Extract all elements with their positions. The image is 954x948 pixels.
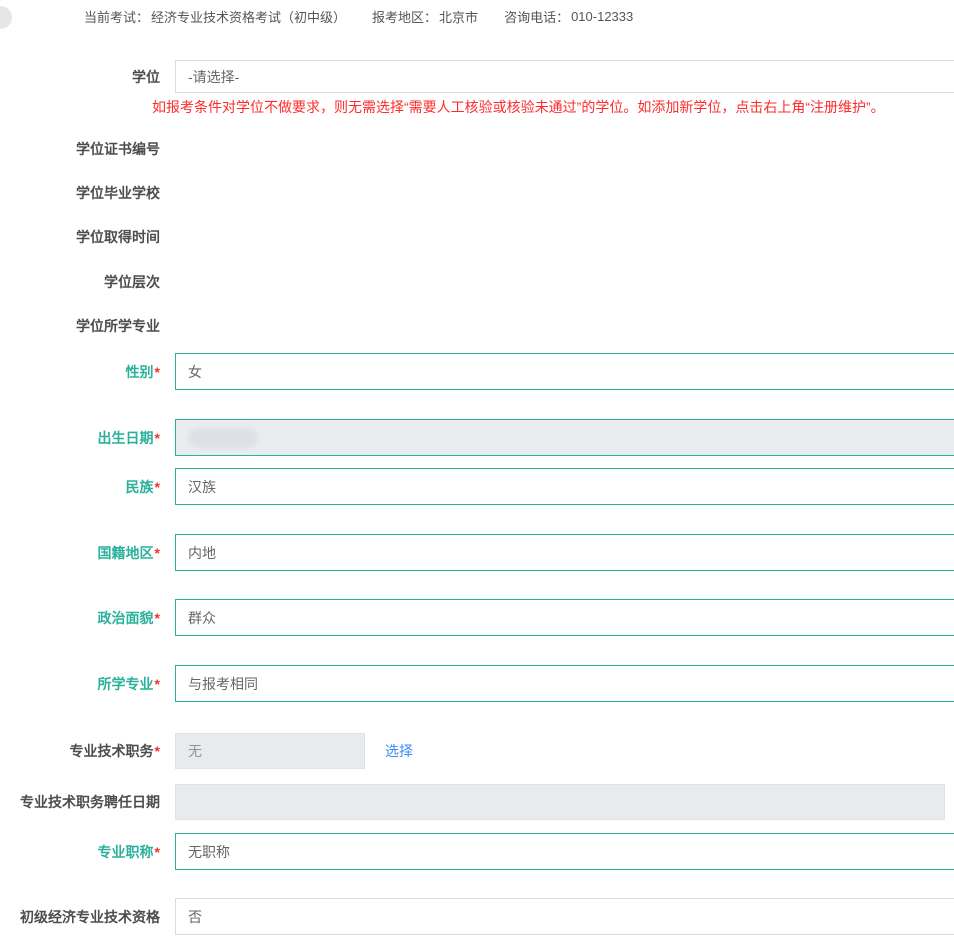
- post-hire-date-label-cell: 专业技术职务聘任日期: [0, 792, 160, 812]
- field-row-nationality-region: 国籍地区*: [0, 534, 954, 571]
- nationality-region-input[interactable]: [175, 534, 954, 571]
- field-row-ethnicity: 民族*: [0, 468, 954, 505]
- required-asterisk: *: [155, 743, 160, 759]
- degree-cert-no-label: 学位证书编号: [0, 139, 160, 159]
- major-input[interactable]: [175, 665, 954, 702]
- top-header-bar: 当前考试： 经济专业技术资格考试（初中级） 报考地区： 北京市 咨询电话： 01…: [0, 0, 954, 33]
- required-asterisk: *: [155, 844, 160, 860]
- avatar: [0, 6, 12, 29]
- professional-title-label-cell: 专业职称*: [0, 842, 160, 862]
- professional-post-input: [175, 733, 365, 769]
- field-label: 学位: [132, 69, 160, 85]
- field-row-major: 所学专业*: [0, 665, 954, 702]
- major-label-cell: 所学专业*: [0, 674, 160, 694]
- exam-region: 报考地区： 北京市: [372, 7, 478, 26]
- junior-economic-qualification-input[interactable]: [175, 898, 954, 935]
- post-hire-date-input: [175, 784, 945, 820]
- field-row-degree-school: 学位毕业学校: [0, 183, 954, 203]
- degree-date-label: 学位取得时间: [0, 227, 160, 247]
- required-asterisk: *: [155, 479, 160, 495]
- junior-economic-qualification-label-cell: 初级经济专业技术资格: [0, 907, 160, 927]
- degree-level-label: 学位层次: [0, 272, 160, 292]
- field-row-political-status: 政治面貌*: [0, 599, 954, 636]
- field-row-professional-post: 专业技术职务* 选择: [0, 733, 954, 769]
- field-label: 国籍地区: [98, 545, 154, 561]
- degree-select[interactable]: -请选择-: [175, 60, 954, 93]
- political-status-input[interactable]: [175, 599, 954, 636]
- degree-school-label: 学位毕业学校: [0, 183, 160, 203]
- hotline-label: 咨询电话：: [504, 7, 569, 26]
- required-asterisk: *: [155, 676, 160, 692]
- field-label: 民族: [126, 479, 154, 495]
- field-row-degree-date: 学位取得时间: [0, 227, 954, 247]
- choose-post-link[interactable]: 选择: [385, 741, 413, 761]
- exam-region-value: 北京市: [439, 7, 478, 26]
- field-label: 初级经济专业技术资格: [20, 909, 160, 925]
- field-row-junior-economic-qualification: 初级经济专业技术资格: [0, 898, 954, 935]
- required-asterisk: *: [155, 545, 160, 561]
- degree-label-cell: 学位: [0, 67, 160, 87]
- registration-form: 学位 -请选择- 如报考条件对学位不做要求，则无需选择“需要人工核验或核验未通过…: [0, 60, 954, 935]
- field-row-birth-date: 出生日期*: [0, 419, 954, 456]
- field-label: 性别: [126, 364, 154, 380]
- field-label: 专业技术职务: [70, 743, 154, 759]
- professional-post-label-cell: 专业技术职务*: [0, 741, 160, 761]
- field-row-professional-title: 专业职称*: [0, 833, 954, 870]
- degree-major-label: 学位所学专业: [0, 316, 160, 336]
- birth-date-input: [175, 419, 954, 456]
- required-asterisk: *: [155, 610, 160, 626]
- professional-title-input[interactable]: [175, 833, 954, 870]
- field-label: 专业技术职务聘任日期: [20, 794, 160, 810]
- required-asterisk: *: [155, 364, 160, 380]
- gender-input[interactable]: [175, 353, 954, 390]
- current-exam-value: 经济专业技术资格考试（初中级）: [151, 7, 346, 26]
- field-row-post-hire-date: 专业技术职务聘任日期: [0, 784, 954, 820]
- required-asterisk: *: [155, 430, 160, 446]
- ethnicity-input[interactable]: [175, 468, 954, 505]
- field-label: 政治面貌: [98, 610, 154, 626]
- current-exam: 当前考试： 经济专业技术资格考试（初中级）: [84, 7, 346, 26]
- field-label: 出生日期: [98, 430, 154, 446]
- current-exam-label: 当前考试：: [84, 7, 149, 26]
- gender-label-cell: 性别*: [0, 362, 160, 382]
- exam-region-label: 报考地区：: [372, 7, 437, 26]
- field-row-degree: 学位 -请选择-: [0, 60, 954, 93]
- field-row-degree-major: 学位所学专业: [0, 316, 954, 336]
- hotline: 咨询电话： 010-12333: [504, 7, 633, 26]
- degree-hint-text: 如报考条件对学位不做要求，则无需选择“需要人工核验或核验未通过”的学位。如添加新…: [152, 97, 954, 117]
- nationality-region-label-cell: 国籍地区*: [0, 543, 160, 563]
- political-status-label-cell: 政治面貌*: [0, 608, 160, 628]
- field-row-gender: 性别*: [0, 353, 954, 390]
- field-row-degree-cert-no: 学位证书编号: [0, 139, 954, 159]
- hotline-value: 010-12333: [571, 9, 633, 24]
- ethnicity-label-cell: 民族*: [0, 477, 160, 497]
- field-row-degree-level: 学位层次: [0, 272, 954, 292]
- field-label: 所学专业: [98, 676, 154, 692]
- birth-date-label-cell: 出生日期*: [0, 428, 160, 448]
- field-label: 专业职称: [98, 844, 154, 860]
